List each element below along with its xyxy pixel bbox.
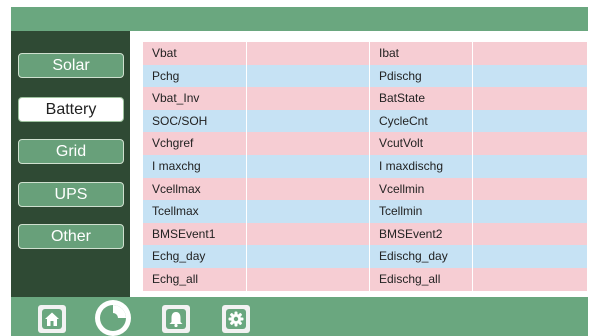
param-label: BMSEvent2: [379, 226, 443, 241]
param-label: CycleCnt: [379, 113, 428, 128]
param-label: Vcellmin: [379, 181, 425, 196]
param-label: VcutVolt: [379, 136, 424, 151]
top-header-bar: [11, 7, 588, 31]
param-label: Echg_all: [152, 271, 199, 286]
sidebar-item-solar[interactable]: Solar: [18, 53, 124, 78]
param-label: SOC/SOH: [152, 113, 208, 128]
param-label: I maxchg: [152, 158, 201, 173]
param-label: BMSEvent1: [152, 226, 216, 241]
column-divider: [369, 42, 370, 291]
column-divider: [472, 42, 473, 291]
pie-chart-icon: [100, 305, 126, 331]
param-label: Vbat_Inv: [152, 91, 200, 106]
param-label: Pdischg: [379, 68, 422, 83]
bell-icon: [166, 309, 186, 329]
sidebar-item-ups[interactable]: UPS: [18, 182, 124, 207]
sidebar: Solar Battery Grid UPS Other: [11, 31, 130, 297]
sidebar-item-other[interactable]: Other: [18, 224, 124, 249]
table-row: Vcellmax Vcellmin: [143, 177, 587, 201]
table-row: Echg_all Edischg_all: [143, 267, 587, 291]
param-label: Echg_day: [152, 249, 206, 264]
bottom-nav-bar: [11, 297, 588, 336]
nav-home-button[interactable]: [38, 305, 66, 333]
param-label: Pchg: [152, 68, 180, 83]
table-row: BMSEvent1 BMSEvent2: [143, 222, 587, 246]
sidebar-item-grid[interactable]: Grid: [18, 139, 124, 164]
nav-statistics-button[interactable]: [95, 300, 131, 336]
gear-icon: [226, 309, 246, 329]
param-label: Edischg_all: [379, 271, 441, 286]
table-row: I maxchg I maxdischg: [143, 154, 587, 178]
sidebar-item-battery[interactable]: Battery: [18, 97, 124, 122]
table-row: Vchgref VcutVolt: [143, 132, 587, 155]
table-row: Vbat Ibat: [143, 42, 587, 65]
table-row: Pchg Pdischg: [143, 64, 587, 88]
column-divider: [246, 42, 247, 291]
param-label: Vcellmax: [152, 181, 201, 196]
home-icon: [42, 309, 62, 329]
param-label: Edischg_day: [379, 249, 448, 264]
table-row: Tcellmax Tcellmin: [143, 200, 587, 223]
table-row: Echg_day Edischg_day: [143, 245, 587, 268]
nav-alarm-button[interactable]: [162, 305, 190, 333]
nav-settings-button[interactable]: [222, 305, 250, 333]
param-label: Ibat: [379, 46, 400, 60]
param-label: Vbat: [152, 46, 177, 60]
battery-data-table: Vbat Ibat Pchg Pdischg Vbat_Inv BatState…: [143, 42, 587, 291]
param-label: Vchgref: [152, 136, 194, 151]
param-label: I maxdischg: [379, 158, 444, 173]
table-row: Vbat_Inv BatState: [143, 87, 587, 110]
param-label: Tcellmin: [379, 204, 423, 219]
table-row: SOC/SOH CycleCnt: [143, 109, 587, 133]
param-label: BatState: [379, 91, 426, 106]
param-label: Tcellmax: [152, 204, 199, 219]
